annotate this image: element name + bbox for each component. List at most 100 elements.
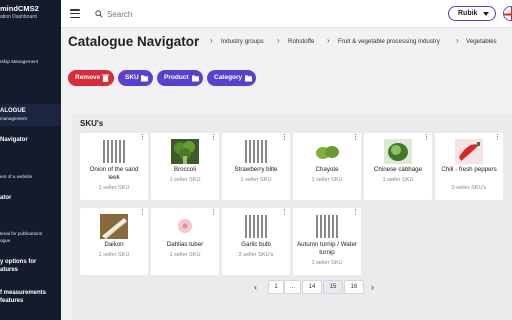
- sku-name: Broccoli: [173, 166, 196, 173]
- sku-seller-count: 1 seller SKU: [169, 177, 201, 183]
- page-button[interactable]: 16: [344, 280, 364, 294]
- page-button-current[interactable]: 15: [323, 280, 343, 294]
- more-options-icon[interactable]: ⋮: [352, 209, 359, 216]
- sidebar-item-generator[interactable]: ator: [0, 195, 11, 201]
- flag-uk-icon[interactable]: [503, 6, 512, 21]
- chevron-right-icon: ›: [456, 36, 459, 45]
- sku-card[interactable]: ⋮ Chinese cabbage 1 seller SKU: [364, 133, 432, 200]
- breadcrumb-item[interactable]: Vegetables: [466, 38, 497, 45]
- broccoli-image: [171, 139, 199, 164]
- language-label: Rubik: [458, 10, 478, 17]
- sku-seller-count: 1 seller SKU: [240, 177, 272, 183]
- sku-seller-count: 1 seller SKU: [311, 177, 343, 183]
- dahlia-image: [171, 214, 199, 239]
- add-product-button[interactable]: Product: [157, 70, 203, 86]
- chevron-right-icon: ›: [327, 36, 330, 45]
- more-options-icon[interactable]: ⋮: [281, 134, 288, 141]
- page-button[interactable]: 1: [268, 280, 284, 294]
- sku-name: Garlic bulb: [241, 241, 271, 248]
- chevron-left-icon[interactable]: ‹: [254, 282, 257, 292]
- sku-card[interactable]: ⋮ Strawberry blite 1 seller SKU: [222, 133, 290, 200]
- sku-name: Autumn turnip / Water turnip: [297, 241, 357, 256]
- sku-card[interactable]: ⋮ Autumn turnip / Water turnip 1 seller …: [293, 208, 361, 275]
- folder-plus-icon: [245, 75, 252, 82]
- chili-image: [455, 139, 483, 164]
- chevron-right-icon: ›: [210, 36, 213, 45]
- sidebar: mindCMS2 ation Dashboard rship Managemen…: [0, 0, 61, 320]
- breadcrumb-item[interactable]: Rohstoffe: [288, 38, 314, 45]
- breadcrumb-item[interactable]: Industry groups: [221, 38, 264, 45]
- sku-card[interactable]: ⋮ Broccoli 1 seller SKU: [151, 133, 219, 200]
- add-sku-button[interactable]: SKU: [118, 70, 153, 86]
- more-options-icon[interactable]: ⋮: [494, 134, 501, 141]
- folder-plus-icon: [141, 75, 148, 82]
- sku-name: Chayote: [315, 166, 339, 173]
- sku-name: Onion of the sand leek: [89, 166, 139, 181]
- search-input[interactable]: [107, 7, 307, 21]
- sidebar-item-website[interactable]: ent of a website: [0, 174, 32, 180]
- search-icon: [95, 10, 103, 18]
- sku-label: SKU: [125, 74, 139, 81]
- brand-name: mindCMS2: [0, 4, 39, 13]
- sku-seller-count: 1 seller SKU: [98, 185, 130, 191]
- sku-seller-count: 1 seller SKU: [382, 177, 414, 183]
- sidebar-item-publications-2[interactable]: ogue: [0, 238, 10, 244]
- sku-card[interactable]: ⋮ Daikon 1 seller SKU: [80, 208, 148, 275]
- add-category-button[interactable]: Category: [207, 70, 256, 86]
- topbar: Rubik: [61, 0, 512, 28]
- remove-button[interactable]: Remove: [68, 70, 114, 86]
- chevron-right-icon: ›: [277, 36, 280, 45]
- sidebar-item-relationship[interactable]: rship Management: [0, 59, 38, 65]
- page-button[interactable]: 14: [302, 280, 322, 294]
- more-options-icon[interactable]: ⋮: [352, 134, 359, 141]
- sku-name: Dahlias tuber: [166, 241, 204, 248]
- sidebar-item-options-2[interactable]: atures: [0, 267, 18, 273]
- page-title: Catalogue Navigator: [68, 34, 200, 49]
- chevron-down-icon: [483, 11, 489, 16]
- sku-seller-count: 3 seller SKU's: [238, 252, 274, 258]
- more-options-icon[interactable]: ⋮: [139, 209, 146, 216]
- menu-icon[interactable]: [70, 9, 80, 19]
- sku-card[interactable]: ⋮ Dahlias tuber 1 seller SKU: [151, 208, 219, 275]
- sku-card[interactable]: ⋮ Garlic bulb 3 seller SKU's: [222, 208, 290, 275]
- category-label: Category: [214, 74, 243, 81]
- sku-name: Chili - fresh peppers: [441, 166, 497, 173]
- sku-seller-count: 3 seller SKU's: [451, 185, 487, 191]
- sku-card[interactable]: ⋮ Onion of the sand leek 1 seller SKU: [80, 133, 148, 200]
- sku-seller-count: 1 seller SKU: [98, 252, 130, 258]
- sku-seller-count: 1 seller SKU: [311, 260, 343, 266]
- remove-label: Remove: [75, 74, 101, 81]
- sku-seller-count: 1 seller SKU: [169, 252, 201, 258]
- sidebar-item-measurements[interactable]: f measurements: [0, 290, 46, 296]
- breadcrumb-item[interactable]: Fruit & vegetable processing industry: [338, 38, 440, 45]
- more-options-icon[interactable]: ⋮: [210, 134, 217, 141]
- more-options-icon[interactable]: ⋮: [210, 209, 217, 216]
- sidebar-item-options[interactable]: y options for: [0, 259, 36, 265]
- sku-card[interactable]: ⋮ Chili - fresh peppers 3 seller SKU's: [435, 133, 503, 200]
- more-options-icon[interactable]: ⋮: [423, 134, 430, 141]
- trash-icon: [102, 74, 109, 82]
- sidebar-item-measurements-2[interactable]: features: [0, 298, 23, 304]
- folder-plus-icon: [192, 75, 199, 82]
- barcode-icon: [245, 215, 267, 238]
- sidebar-brand[interactable]: mindCMS2 ation Dashboard: [0, 4, 39, 20]
- cabbage-image: [384, 139, 412, 164]
- page-ellipsis: ...: [284, 280, 301, 294]
- barcode-icon: [245, 140, 267, 163]
- language-select[interactable]: Rubik: [448, 6, 496, 21]
- sku-name: Strawberry blite: [234, 166, 278, 173]
- sku-name: Chinese cabbage: [373, 166, 423, 173]
- chayote-image: [313, 139, 341, 164]
- more-options-icon[interactable]: ⋮: [281, 209, 288, 216]
- sidebar-item-navigator[interactable]: Navigator: [0, 137, 28, 143]
- barcode-icon: [103, 140, 125, 163]
- product-label: Product: [164, 74, 189, 81]
- sidebar-item-publications[interactable]: terial for publications: [0, 231, 42, 237]
- sidebar-item-catalogue[interactable]: ALOGUE: [0, 108, 26, 114]
- sku-card[interactable]: ⋮ Chayote 1 seller SKU: [293, 133, 361, 200]
- barcode-icon: [316, 215, 338, 238]
- panel-title: SKU's: [80, 119, 104, 128]
- sidebar-item-catalogue-management[interactable]: management: [0, 116, 27, 122]
- chevron-right-icon[interactable]: ›: [371, 282, 374, 292]
- more-options-icon[interactable]: ⋮: [139, 134, 146, 141]
